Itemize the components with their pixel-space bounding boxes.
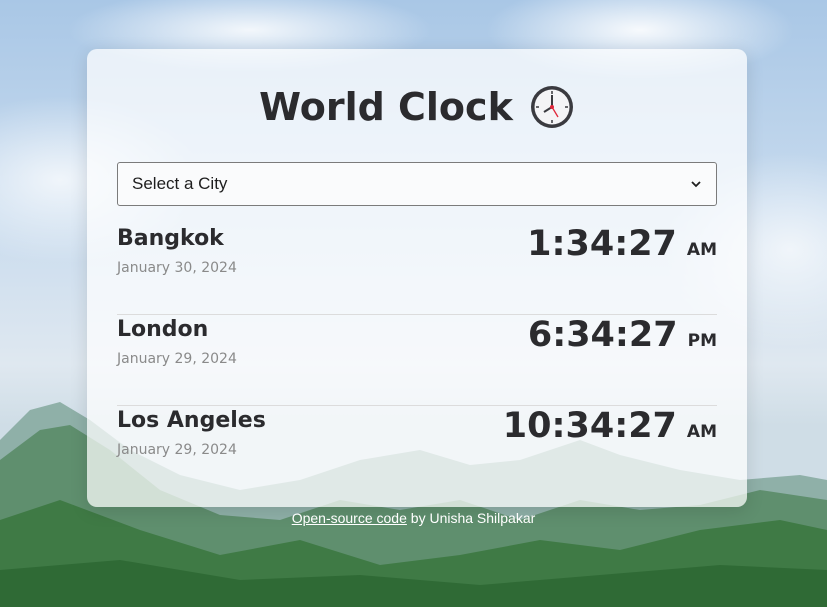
city-time: 1:34:27 AM — [527, 224, 717, 264]
time-value: 1:34:27 — [527, 224, 677, 264]
time-period: AM — [686, 422, 717, 442]
city-name: Los Angeles — [117, 408, 266, 433]
city-name: Bangkok — [117, 226, 224, 251]
title-row: World Clock — [87, 82, 747, 132]
time-value: 6:34:27 — [527, 315, 678, 355]
city-date: January 29, 2024 — [117, 351, 237, 367]
city-row-london: London January 29, 2024 6:34:27 PM — [117, 315, 717, 406]
app-title: World Clock — [259, 85, 513, 129]
city-time: 10:34:27 AM — [503, 406, 717, 446]
world-clock-card: World Clock Select a City Bangkok Januar… — [87, 49, 747, 507]
city-date: January 30, 2024 — [117, 260, 237, 276]
source-code-link[interactable]: Open-source code — [292, 510, 407, 526]
footer: Open-source code by Unisha Shilpakar — [0, 510, 827, 526]
city-date: January 29, 2024 — [117, 442, 237, 458]
chevron-down-icon — [691, 181, 701, 188]
clock-icon — [529, 84, 575, 130]
time-value: 10:34:27 — [502, 406, 677, 446]
time-period: PM — [687, 331, 717, 351]
city-name: London — [117, 317, 209, 342]
city-select-value: Select a City — [132, 174, 228, 193]
city-time: 6:34:27 PM — [528, 315, 717, 355]
footer-byline: by Unisha Shilpakar — [406, 510, 536, 526]
city-row-bangkok: Bangkok January 30, 2024 1:34:27 AM — [117, 224, 717, 315]
time-period: AM — [686, 240, 717, 260]
city-select[interactable]: Select a City — [117, 162, 717, 206]
city-row-los-angeles: Los Angeles January 29, 2024 10:34:27 AM — [117, 406, 717, 497]
